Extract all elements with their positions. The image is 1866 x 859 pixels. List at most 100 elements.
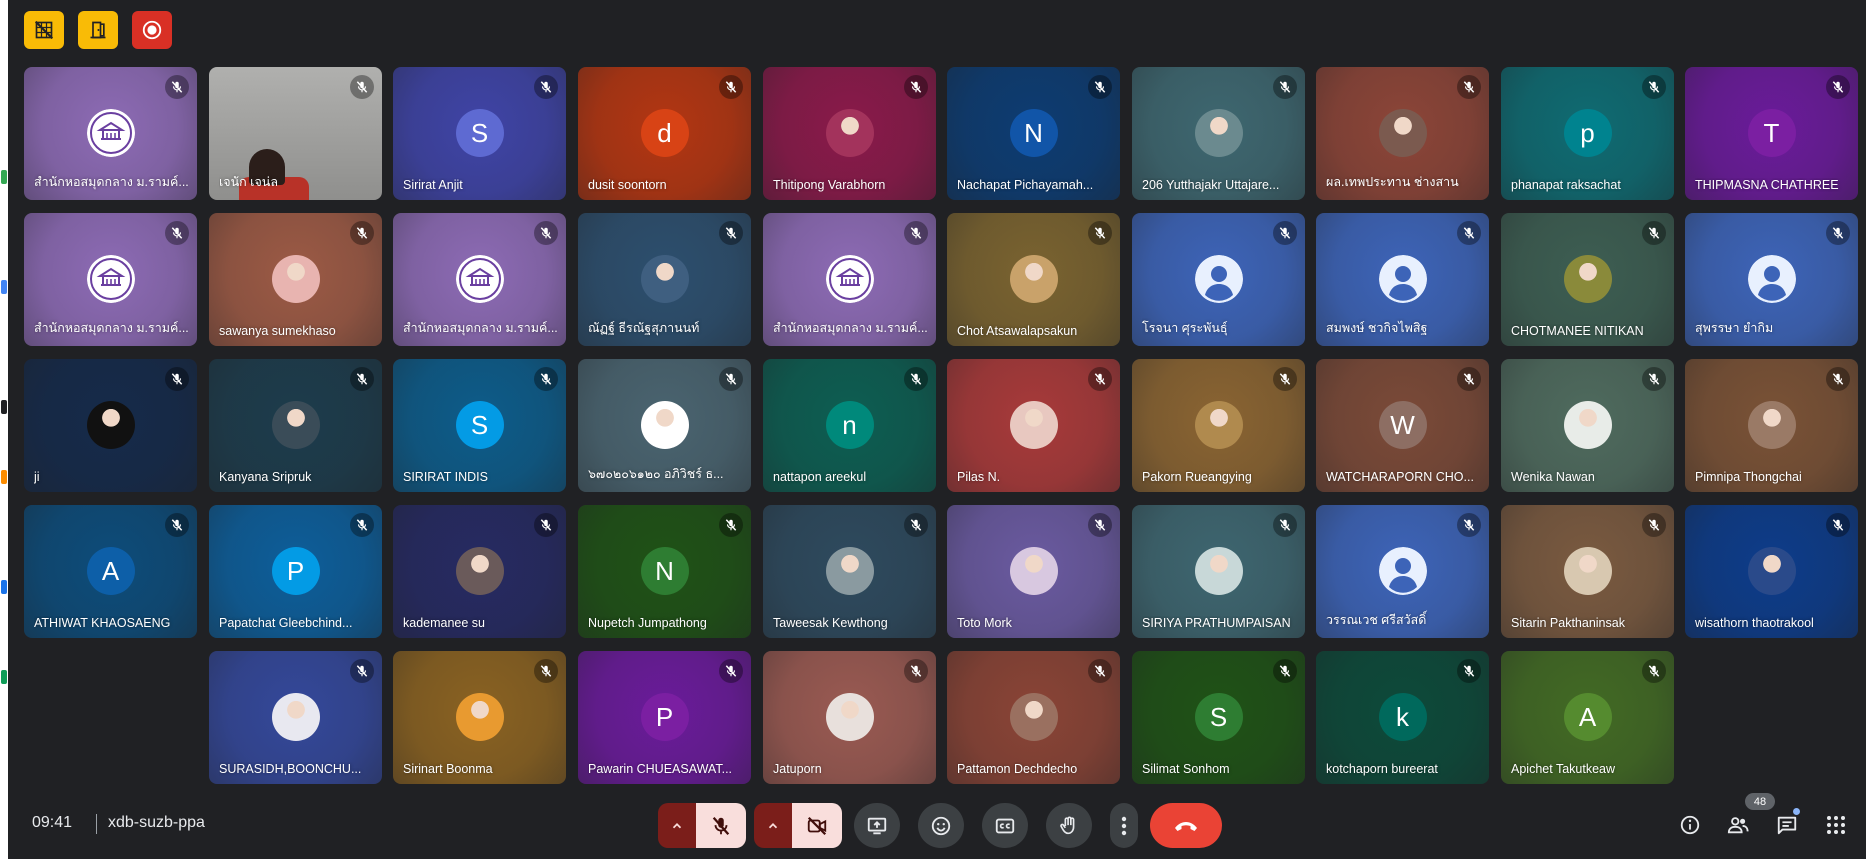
recording-indicator-button[interactable] [132, 11, 172, 49]
leave-call-button[interactable] [1150, 803, 1222, 848]
door-lock-button[interactable] [78, 11, 118, 49]
participant-tile[interactable]: สุพรรษา ยำกิม [1685, 213, 1858, 346]
toggle-camera-button[interactable] [792, 803, 842, 848]
participant-tile[interactable]: Sirinart Boonma [393, 651, 566, 784]
muted-mic-icon [719, 75, 743, 99]
profile-photo-avatar [825, 547, 874, 595]
participant-tile[interactable]: Toto Mork [947, 505, 1120, 638]
muted-mic-icon [1642, 221, 1666, 245]
participant-name: ๖๗๐๒๐๖๑๒๐ อภิวิชร์ ธ... [588, 467, 724, 481]
participant-name: Sirinart Boonma [403, 762, 493, 776]
meeting-details-button[interactable] [1675, 810, 1705, 840]
participant-tile[interactable]: Jatuporn [763, 651, 936, 784]
raise-hand-button[interactable] [1046, 803, 1092, 848]
more-options-button[interactable] [1110, 803, 1138, 848]
participant-tile[interactable]: wisathorn thaotrakool [1685, 505, 1858, 638]
participant-tile[interactable]: Wenika Nawan [1501, 359, 1674, 492]
participant-tile[interactable]: A ATHIWAT KHAOSAENG [24, 505, 197, 638]
host-controls-button[interactable] [24, 11, 64, 49]
participant-tile[interactable]: sawanya sumekhaso [209, 213, 382, 346]
muted-mic-icon [719, 659, 743, 683]
participant-tile[interactable]: A Apichet Takutkeaw [1501, 651, 1674, 784]
initial-avatar: W [1378, 401, 1427, 449]
participant-tile[interactable]: S Silimat Sonhom [1132, 651, 1305, 784]
participant-tile[interactable]: P Pawarin CHUEASAWAT... [578, 651, 751, 784]
participant-tile[interactable]: d dusit soontorn [578, 67, 751, 200]
initial-avatar: k [1378, 693, 1427, 741]
video-options-button[interactable] [754, 803, 792, 848]
participant-count-badge: 48 [1745, 793, 1775, 810]
muted-mic-icon [1642, 367, 1666, 391]
participant-tile[interactable]: สมพงษ์ ชวกิจไพสิฐ [1316, 213, 1489, 346]
participant-tile[interactable]: T THIPMASNA CHATHREE [1685, 67, 1858, 200]
participant-name: เจนัก เจน่ล [219, 175, 278, 189]
muted-mic-icon [904, 75, 928, 99]
participant-tile[interactable]: เจนัก เจน่ล [209, 67, 382, 200]
no-video-grid-icon [34, 20, 54, 40]
participant-tile[interactable]: SURASIDH,BOONCHU... [209, 651, 382, 784]
captions-button[interactable] [982, 803, 1028, 848]
present-screen-button[interactable] [854, 803, 900, 848]
participant-tile[interactable]: SIRIYA PRATHUMPAISAN [1132, 505, 1305, 638]
participant-tile[interactable]: Pimnipa Thongchai [1685, 359, 1858, 492]
participant-tile[interactable]: Taweesak Kewthong [763, 505, 936, 638]
profile-photo-avatar [271, 401, 320, 449]
participant-tile[interactable]: Pattamon Dechdecho [947, 651, 1120, 784]
participant-name: Nachapat Pichayamah... [957, 178, 1094, 192]
participant-tile[interactable]: ณัฏฐ์ ธีรณัฐสุภานนท์ [578, 213, 751, 346]
participant-tile[interactable]: N Nachapat Pichayamah... [947, 67, 1120, 200]
participant-tile[interactable]: CHOTMANEE NITIKAN [1501, 213, 1674, 346]
participant-tile[interactable]: W WATCHARAPORN CHO... [1316, 359, 1489, 492]
participant-name: 206 Yutthajakr Uttajare... [1142, 178, 1280, 192]
participant-tile[interactable]: Sitarin Pakthaninsak [1501, 505, 1674, 638]
profile-photo-avatar [1563, 547, 1612, 595]
participant-tile[interactable]: สำนักหอสมุดกลาง ม.รามค์... [24, 213, 197, 346]
participant-name: Papatchat Gleebchind... [219, 616, 353, 630]
profile-photo-avatar [271, 693, 320, 741]
profile-photo-avatar [1563, 401, 1612, 449]
participant-tile[interactable]: kademanee su [393, 505, 566, 638]
host-indicator-buttons [24, 11, 172, 49]
muted-mic-icon [534, 221, 558, 245]
muted-mic-icon [719, 513, 743, 537]
participant-tile[interactable]: S SIRIRAT INDIS [393, 359, 566, 492]
participant-tile[interactable]: Pakorn Rueangying [1132, 359, 1305, 492]
participant-tile[interactable]: สำนักหอสมุดกลาง ม.รามค์... [24, 67, 197, 200]
participant-tile[interactable]: ๖๗๐๒๐๖๑๒๐ อภิวิชร์ ธ... [578, 359, 751, 492]
initial-avatar: S [455, 109, 504, 157]
participant-tile[interactable]: สำนักหอสมุดกลาง ม.รามค์... [763, 213, 936, 346]
participant-tile[interactable]: ผล.เทพประทาน ช่างสาน [1316, 67, 1489, 200]
participant-tile[interactable]: P Papatchat Gleebchind... [209, 505, 382, 638]
activities-button[interactable] [1821, 810, 1851, 840]
reactions-button[interactable] [918, 803, 964, 848]
participant-tile[interactable]: n nattapon areekul [763, 359, 936, 492]
participant-tile[interactable]: วรรณเวช ศรีสวัสดิ์ [1316, 505, 1489, 638]
muted-mic-icon [1273, 75, 1297, 99]
participant-tile[interactable]: ji [24, 359, 197, 492]
profile-photo-avatar [1194, 547, 1243, 595]
muted-mic-icon [165, 513, 189, 537]
meeting-code: xdb-suzb-ppa [108, 814, 205, 831]
muted-mic-icon [350, 659, 374, 683]
audio-options-button[interactable] [658, 803, 696, 848]
participant-tile[interactable]: Pilas N. [947, 359, 1120, 492]
participant-tile[interactable]: Chot Atsawalapsakun [947, 213, 1120, 346]
participant-tile[interactable]: Thitipong Varabhorn [763, 67, 936, 200]
strip-marker [1, 470, 7, 484]
participant-name: Pilas N. [957, 470, 1001, 484]
participant-tile[interactable]: p phanapat raksachat [1501, 67, 1674, 200]
profile-photo-avatar [1194, 401, 1243, 449]
toggle-microphone-button[interactable] [696, 803, 746, 848]
participant-tile[interactable]: S Sirirat Anjit [393, 67, 566, 200]
muted-mic-icon [719, 221, 743, 245]
participant-tile[interactable]: Kanyana Sripruk [209, 359, 382, 492]
participant-tile[interactable]: N Nupetch Jumpathong [578, 505, 751, 638]
participant-tile[interactable]: สำนักหอสมุดกลาง ม.รามค์... [393, 213, 566, 346]
people-button[interactable] [1723, 810, 1753, 840]
participant-name: Pakorn Rueangying [1142, 470, 1252, 484]
participant-tile[interactable]: 206 Yutthajakr Uttajare... [1132, 67, 1305, 200]
participant-tile[interactable]: k kotchaporn bureerat [1316, 651, 1489, 784]
participant-tile[interactable]: โรจนา ศุระพันธุ์ [1132, 213, 1305, 346]
default-person-avatar [1378, 255, 1427, 303]
profile-photo-avatar [1009, 401, 1058, 449]
